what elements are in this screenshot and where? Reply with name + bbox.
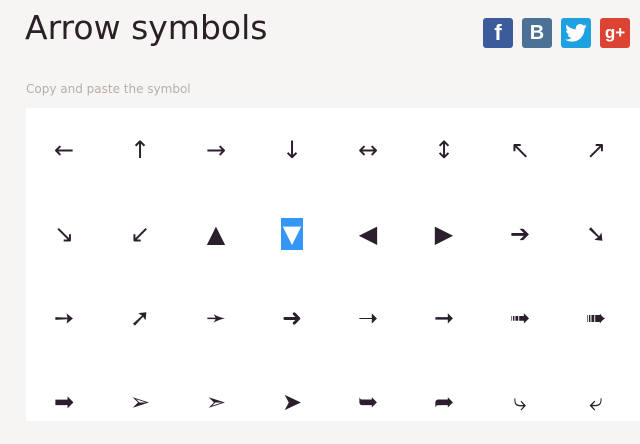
round-tip-arrow-symbol: ➜ — [281, 304, 303, 332]
symbols-panel: ← ↑ → ↓ ↔ ↕ ↖ ↗ ↘ ↙ ▲ ▼ ◀ ▶ ➔ ➘ ➙ ➚ ➛ ➜ … — [26, 108, 640, 421]
symbol-cell[interactable]: ➔ — [482, 192, 558, 276]
arrow-down-left-symbol: ↙ — [129, 220, 151, 248]
google-plus-icon: g+ — [604, 23, 626, 42]
triangle-left-symbol: ◀ — [358, 220, 378, 248]
symbol-cell[interactable]: ↓ — [254, 108, 330, 192]
dashed-arrow-symbol: ➟ — [509, 304, 531, 332]
drafting-arrow-symbol: ➛ — [205, 304, 227, 332]
google-plus-share-button[interactable]: g+ — [600, 18, 630, 48]
heavy-arrow-right-symbol: ➔ — [509, 220, 531, 248]
arrow-up-right-symbol: ↗ — [585, 136, 607, 164]
symbol-cell[interactable]: ↕ — [406, 108, 482, 192]
arrow-left-right-symbol: ↔ — [357, 136, 379, 164]
twitter-bird-icon — [565, 24, 587, 42]
curved-down-arrow-symbol: ➥ — [357, 388, 379, 416]
symbol-cell[interactable]: ➘ — [558, 192, 634, 276]
symbol-cell[interactable]: ↔ — [330, 108, 406, 192]
block-arrow-symbol: ➡ — [53, 388, 75, 416]
hook-arrow-right-symbol: ⤷ — [513, 388, 527, 416]
symbol-cell[interactable]: ➡ — [26, 360, 102, 444]
symbol-cell[interactable]: ➟ — [482, 276, 558, 360]
symbol-cell[interactable]: ↗ — [558, 108, 634, 192]
triangle-up-symbol: ▲ — [206, 220, 226, 248]
heavy-arrow-down-right-symbol: ➘ — [585, 220, 607, 248]
arrowhead-3d-symbol: ➣ — [205, 388, 227, 416]
symbol-cell[interactable]: ➙ — [26, 276, 102, 360]
symbol-cell[interactable]: ➣ — [178, 360, 254, 444]
symbol-cell-selected[interactable]: ▼ — [254, 192, 330, 276]
symbols-grid: ← ↑ → ↓ ↔ ↕ ↖ ↗ ↘ ↙ ▲ ▼ ◀ ▶ ➔ ➘ ➙ ➚ ➛ ➜ … — [26, 108, 634, 444]
triangle-right-symbol: ▶ — [434, 220, 454, 248]
symbol-cell[interactable]: ➥ — [330, 360, 406, 444]
curved-up-arrow-symbol: ➦ — [433, 388, 455, 416]
social-share-bar: f B g+ — [483, 18, 630, 48]
arrow-up-left-symbol: ↖ — [509, 136, 531, 164]
arrow-down-symbol: ↓ — [281, 136, 303, 164]
symbol-cell[interactable]: ▲ — [178, 192, 254, 276]
symbol-cell[interactable]: ⤷ — [482, 360, 558, 444]
symbol-cell[interactable]: ← — [26, 108, 102, 192]
arrowhead-solid-symbol: ➤ — [281, 388, 303, 416]
symbol-cell[interactable]: ▶ — [406, 192, 482, 276]
arrow-up-down-symbol: ↕ — [433, 136, 455, 164]
arrow-down-right-symbol: ↘ — [53, 220, 75, 248]
symbol-cell[interactable]: ◀ — [330, 192, 406, 276]
arrow-left-symbol: ← — [53, 136, 75, 164]
symbol-cell[interactable]: ↑ — [102, 108, 178, 192]
arrowhead-outline-symbol: ➢ — [129, 388, 151, 416]
page-title: Arrow symbols — [25, 8, 268, 47]
symbol-cell[interactable]: ➚ — [102, 276, 178, 360]
striped-arrow-symbol: ➠ — [585, 304, 607, 332]
symbol-cell[interactable]: ➜ — [254, 276, 330, 360]
arrow-up-symbol: ↑ — [129, 136, 151, 164]
vk-share-button[interactable]: B — [522, 18, 552, 48]
symbol-cell[interactable]: ↘ — [26, 192, 102, 276]
symbol-cell[interactable]: ⤶ — [558, 360, 634, 444]
symbol-cell[interactable]: ➢ — [102, 360, 178, 444]
thin-arrow-symbol: ➝ — [357, 304, 379, 332]
heavy-arrow-symbol: ➙ — [53, 304, 75, 332]
symbol-cell[interactable]: → — [178, 108, 254, 192]
triangle-down-symbol: ▼ — [280, 218, 304, 250]
facebook-share-button[interactable]: f — [483, 18, 513, 48]
symbol-cell[interactable]: ↖ — [482, 108, 558, 192]
symbol-cell[interactable]: ➝ — [330, 276, 406, 360]
arrow-right-symbol: → — [205, 136, 227, 164]
facebook-icon: f — [494, 20, 502, 45]
vk-icon: B — [529, 21, 545, 44]
symbol-cell[interactable]: ➦ — [406, 360, 482, 444]
heavy-arrow-up-right-symbol: ➚ — [129, 304, 151, 332]
symbol-cell[interactable]: ➛ — [178, 276, 254, 360]
symbol-cell[interactable]: ➤ — [254, 360, 330, 444]
symbol-cell[interactable]: ➠ — [558, 276, 634, 360]
copy-hint: Copy and paste the symbol — [26, 82, 191, 96]
triangle-arrow-symbol: ➞ — [433, 304, 455, 332]
symbol-cell[interactable]: ↙ — [102, 192, 178, 276]
symbol-cell[interactable]: ➞ — [406, 276, 482, 360]
hook-arrow-left-symbol: ⤶ — [589, 388, 603, 416]
twitter-share-button[interactable] — [561, 18, 591, 48]
